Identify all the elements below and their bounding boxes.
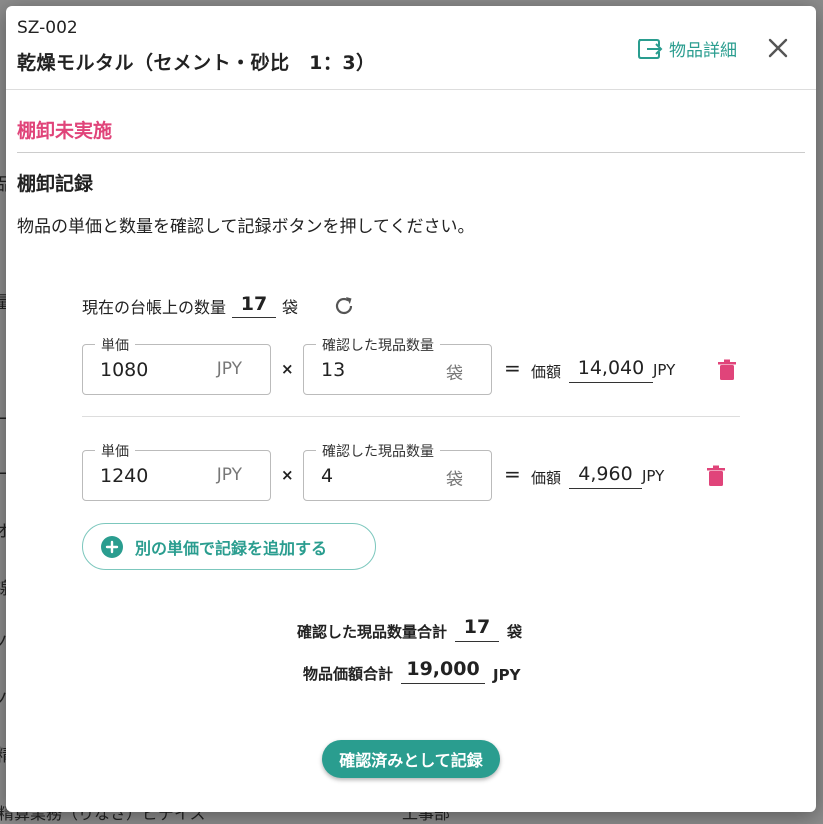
ledger-quantity-value: 17 [232, 293, 277, 318]
confirm-record-button[interactable]: 確認済みとして記録 [322, 740, 500, 778]
ledger-quantity: 現在の台帳上の数量 17 袋 [82, 293, 298, 318]
unit-price-field[interactable]: 単価 1240 JPY [82, 441, 271, 501]
currency-unit: JPY [216, 359, 242, 379]
multiply-sign: × [281, 360, 294, 378]
total-value-amount: 19,000 [401, 658, 486, 684]
quantity-field[interactable]: 確認した現品数量 13 袋 [303, 335, 492, 395]
total-value-unit: JPY [493, 666, 521, 684]
total-value-label: 物品価額合計 [303, 665, 394, 683]
instruction-text: 物品の単価と数量を確認して記録ボタンを押してください。 [17, 217, 475, 237]
delete-icon[interactable] [717, 359, 737, 381]
price-value: 14,040 [569, 357, 653, 383]
quantity-field[interactable]: 確認した現品数量 4 袋 [303, 441, 492, 501]
add-record-label: 別の単価で記録を追加する [135, 538, 328, 558]
item-detail-link[interactable]: 物品詳細 [637, 36, 737, 61]
price-label: 価額 [531, 363, 562, 381]
unit-price-label: 単価 [95, 441, 135, 461]
divider [82, 416, 740, 417]
detail-link-label: 物品詳細 [669, 41, 737, 61]
total-quantity-value: 17 [455, 616, 500, 642]
unit-price-value: 1240 [100, 465, 149, 487]
total-quantity: 確認した現品数量合計 17 袋 [297, 616, 522, 642]
equals-sign: = [504, 462, 521, 486]
unit-price-field[interactable]: 単価 1080 JPY [82, 335, 271, 395]
ledger-label: 現在の台帳上の数量 [82, 298, 227, 317]
quantity-label: 確認した現品数量 [316, 441, 440, 461]
price-value: 4,960 [569, 463, 642, 489]
equals-sign: = [504, 356, 521, 380]
price-currency: JPY [642, 467, 665, 485]
inventory-dialog: SZ-002 乾燥モルタル（セメント・砂比 1：3） 物品詳細 棚卸未実施 棚卸… [6, 6, 816, 812]
close-icon[interactable] [764, 34, 792, 62]
quantity-unit: 袋 [446, 364, 463, 384]
divider [17, 152, 805, 153]
open-detail-icon [638, 38, 663, 59]
quantity-value: 4 [321, 465, 334, 487]
quantity-label: 確認した現品数量 [316, 335, 440, 355]
total-quantity-label: 確認した現品数量合計 [297, 623, 448, 641]
delete-icon[interactable] [706, 465, 726, 487]
price-label: 価額 [531, 469, 562, 487]
unit-price-value: 1080 [100, 359, 149, 381]
ledger-unit: 袋 [282, 298, 299, 317]
section-title: 棚卸記録 [17, 173, 94, 195]
total-value: 物品価額合計 19,000 JPY [303, 658, 520, 684]
plus-circle-icon [101, 535, 123, 558]
quantity-value: 13 [321, 359, 346, 381]
unit-price-label: 単価 [95, 335, 135, 355]
item-title: 乾燥モルタル（セメント・砂比 1：3） [17, 52, 376, 74]
add-record-button[interactable]: 別の単価で記録を追加する [82, 523, 376, 570]
quantity-unit: 袋 [446, 470, 463, 490]
item-code: SZ-002 [17, 18, 78, 38]
price-currency: JPY [653, 361, 676, 379]
inventory-status: 棚卸未実施 [17, 120, 113, 142]
total-quantity-unit: 袋 [507, 623, 523, 641]
dialog-header: SZ-002 乾燥モルタル（セメント・砂比 1：3） 物品詳細 [6, 6, 816, 90]
currency-unit: JPY [216, 465, 242, 485]
multiply-sign: × [281, 466, 294, 484]
refresh-icon[interactable] [332, 294, 356, 318]
